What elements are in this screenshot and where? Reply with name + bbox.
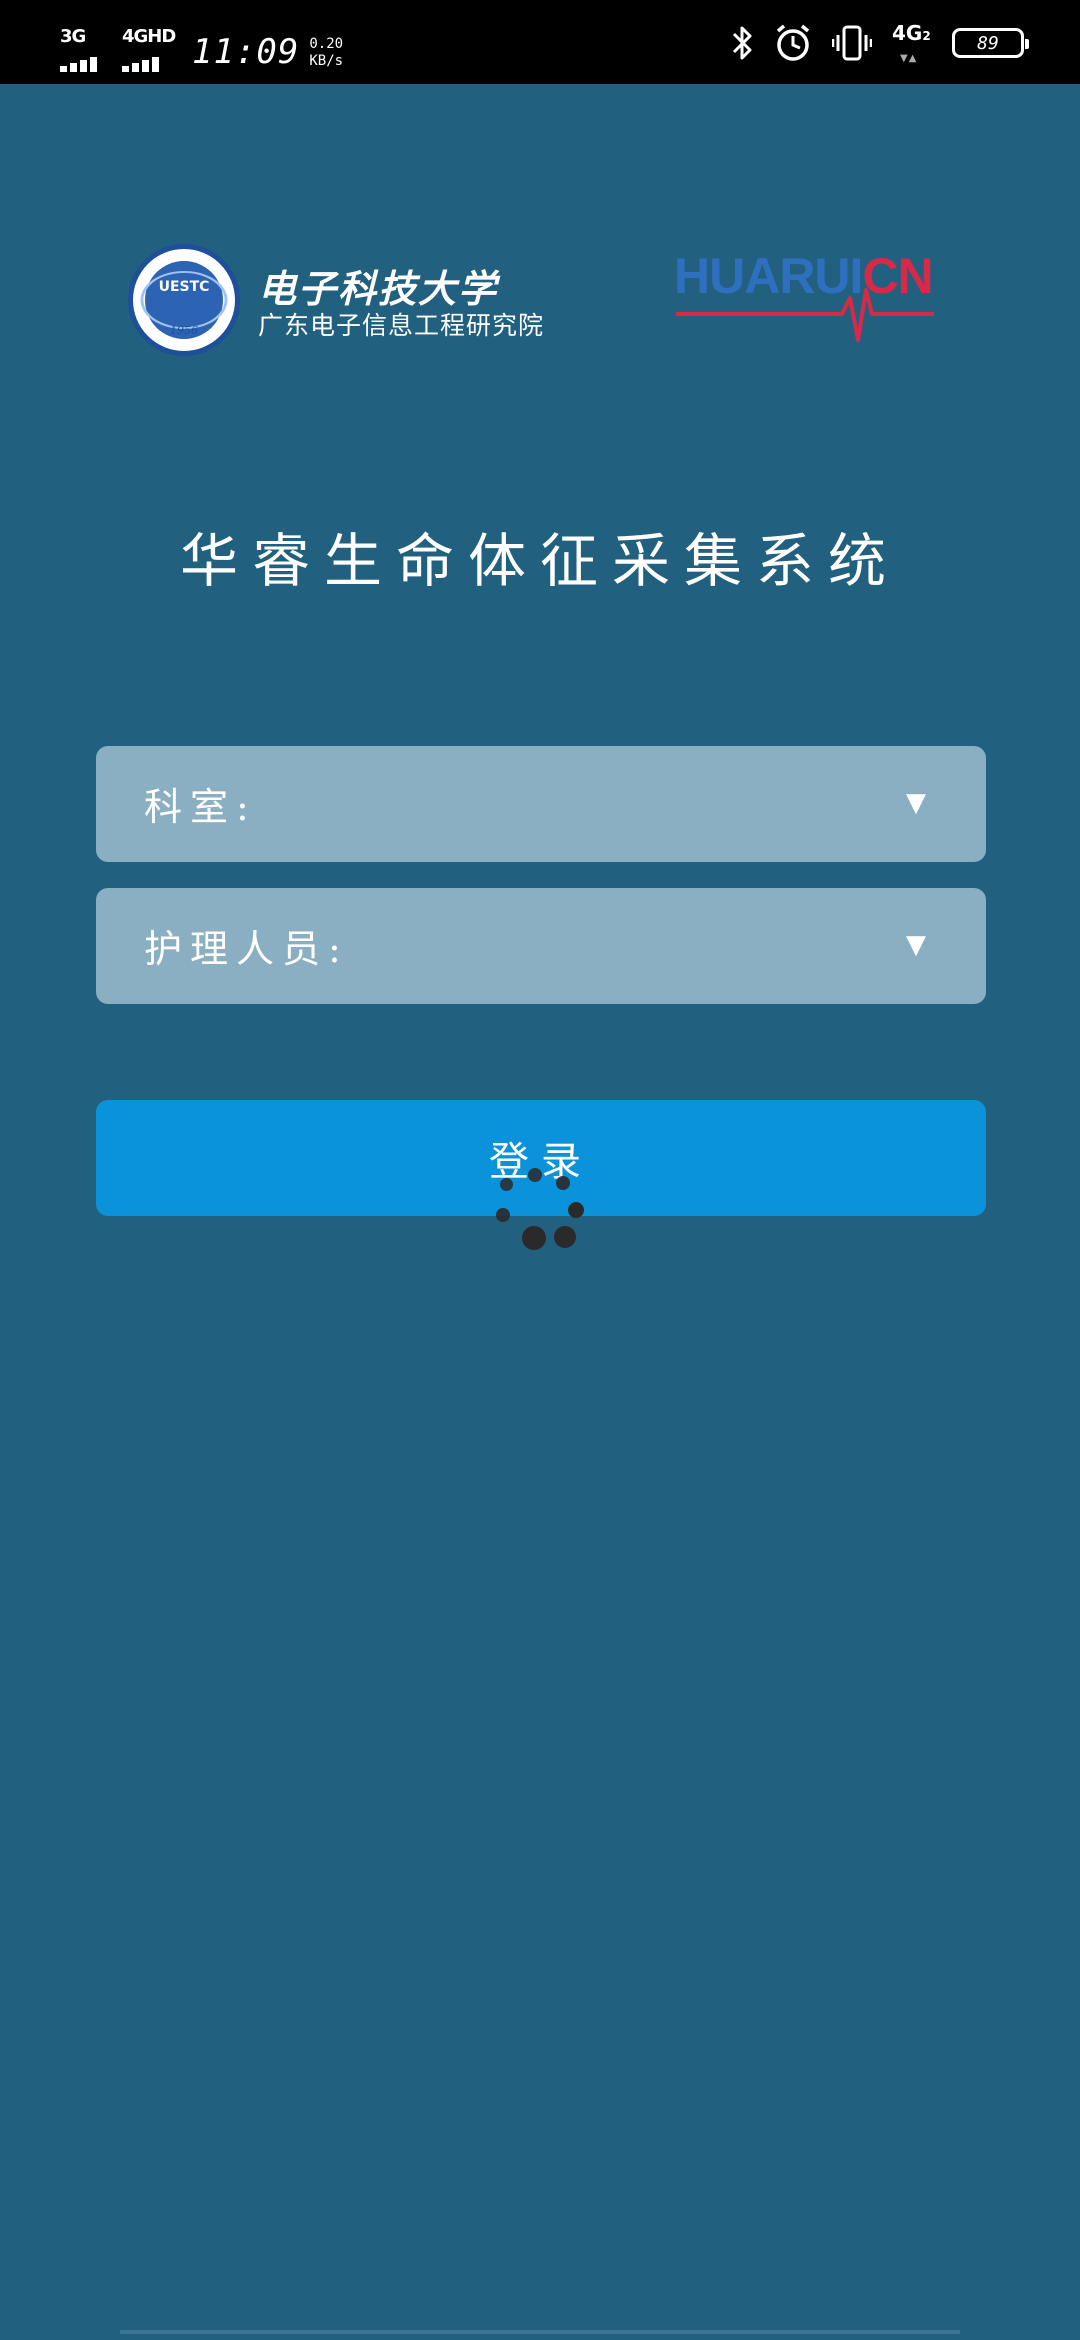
login-screen: 3G 4GHD 11:09 0.20 KB/s 4G2 ▼▲ 89 UESTC …	[0, 0, 1080, 2340]
huarui-logo: HUARUICN	[672, 244, 942, 344]
bottom-edge-hint	[120, 2330, 960, 2334]
status-right: 4G2 ▼▲ 89	[730, 18, 1029, 68]
network-speed: 0.20 KB/s	[309, 36, 343, 74]
battery-icon: 89	[952, 28, 1029, 58]
vibrate-icon	[832, 25, 872, 61]
department-select[interactable]: 科室: ▼	[96, 746, 986, 862]
network-speed-value: 0.20	[309, 36, 344, 52]
app-title: 华睿生命体征采集系统	[179, 527, 900, 595]
signal-4g-label: 4GHD	[122, 26, 176, 47]
nurse-label: 护理人员:	[144, 927, 349, 971]
status-bar: 3G 4GHD 11:09 0.20 KB/s 4G2 ▼▲ 89	[0, 0, 1080, 84]
signal-4g-icon: 4GHD	[120, 26, 176, 74]
signal-3g-label: 3G	[60, 26, 86, 47]
university-name: 电子科技大学	[258, 266, 499, 311]
bluetooth-icon	[732, 26, 752, 60]
dropdown-arrow-icon: ▼	[906, 788, 926, 818]
loading-spinner-icon	[486, 1160, 596, 1270]
network-4g-icon: 4G2 ▼▲	[892, 21, 931, 64]
university-logo: UESTC 1956 电子科技大学 广东电子信息工程研究院	[124, 240, 568, 360]
institute-name: 广东电子信息工程研究院	[258, 311, 545, 340]
heartbeat-pulse-icon	[676, 288, 934, 342]
alarm-icon	[776, 24, 810, 61]
university-seal-year: 1956	[170, 324, 198, 337]
dropdown-arrow-icon: ▼	[906, 930, 926, 960]
status-left: 3G 4GHD 11:09 0.20 KB/s	[58, 14, 343, 74]
network-speed-unit: KB/s	[309, 53, 344, 69]
university-seal-text: UESTC	[158, 279, 210, 295]
department-label: 科室:	[144, 785, 257, 829]
network-4g-sim: 2	[922, 29, 931, 43]
status-time: 11:09	[192, 32, 300, 72]
battery-level: 89	[977, 32, 999, 54]
nurse-select[interactable]: 护理人员: ▼	[96, 888, 986, 1004]
signal-3g-icon: 3G	[58, 26, 108, 74]
university-seal-icon: UESTC 1956	[124, 244, 244, 356]
network-4g-label: 4G	[892, 21, 923, 45]
